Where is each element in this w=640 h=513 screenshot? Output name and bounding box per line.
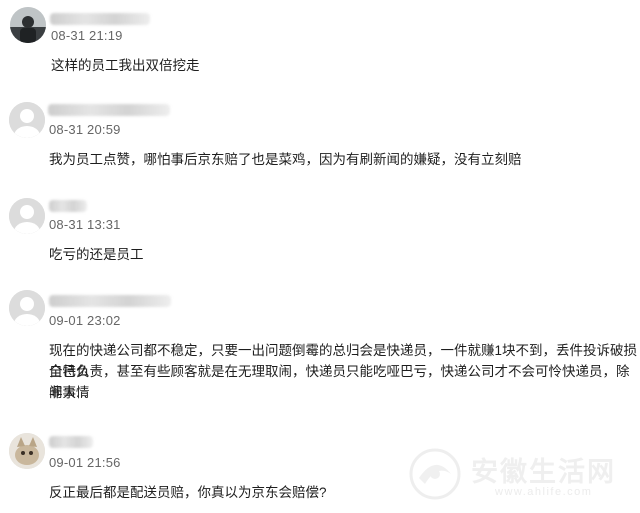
comment-text-line: 自己负责，甚至有些顾客就是在无理取闹，快递员只能吃哑巴亏，快递公司才不会可怜快递… <box>49 364 630 400</box>
avatar[interactable] <box>9 102 45 138</box>
comment-text: 吃亏的还是员工 <box>49 247 144 262</box>
username-blurred <box>48 104 170 116</box>
watermark-url: www.ahlife.com <box>495 486 593 498</box>
username-blurred <box>49 200 87 212</box>
username-blurred <box>49 436 93 448</box>
comment-text: 我为员工点赞，哪怕事后京东赔了也是菜鸡，因为有刷新闻的嫌疑，没有立刻赔 <box>49 152 522 167</box>
site-watermark: 安徽生活网 www.ahlife.com <box>405 444 635 506</box>
comment-time: 09-01 23:02 <box>49 313 121 328</box>
comment-time: 08-31 21:19 <box>51 28 123 43</box>
avatar[interactable] <box>9 290 45 326</box>
comment-time: 08-31 20:59 <box>49 122 121 137</box>
watermark-logo-icon <box>409 448 461 500</box>
watermark-title: 安徽生活网 <box>471 457 616 488</box>
comment-text-line: 闹大... <box>49 385 88 400</box>
avatar[interactable] <box>9 198 45 234</box>
comment-time: 09-01 21:56 <box>49 455 121 470</box>
comment-text: 反正最后都是配送员赔，你真以为京东会赔偿? <box>49 485 327 500</box>
avatar[interactable] <box>10 7 46 43</box>
username-blurred <box>49 295 171 307</box>
comment-time: 08-31 13:31 <box>49 217 121 232</box>
comment-text: 这样的员工我出双倍挖走 <box>51 58 200 73</box>
username-blurred <box>50 13 150 25</box>
avatar[interactable] <box>9 433 45 469</box>
